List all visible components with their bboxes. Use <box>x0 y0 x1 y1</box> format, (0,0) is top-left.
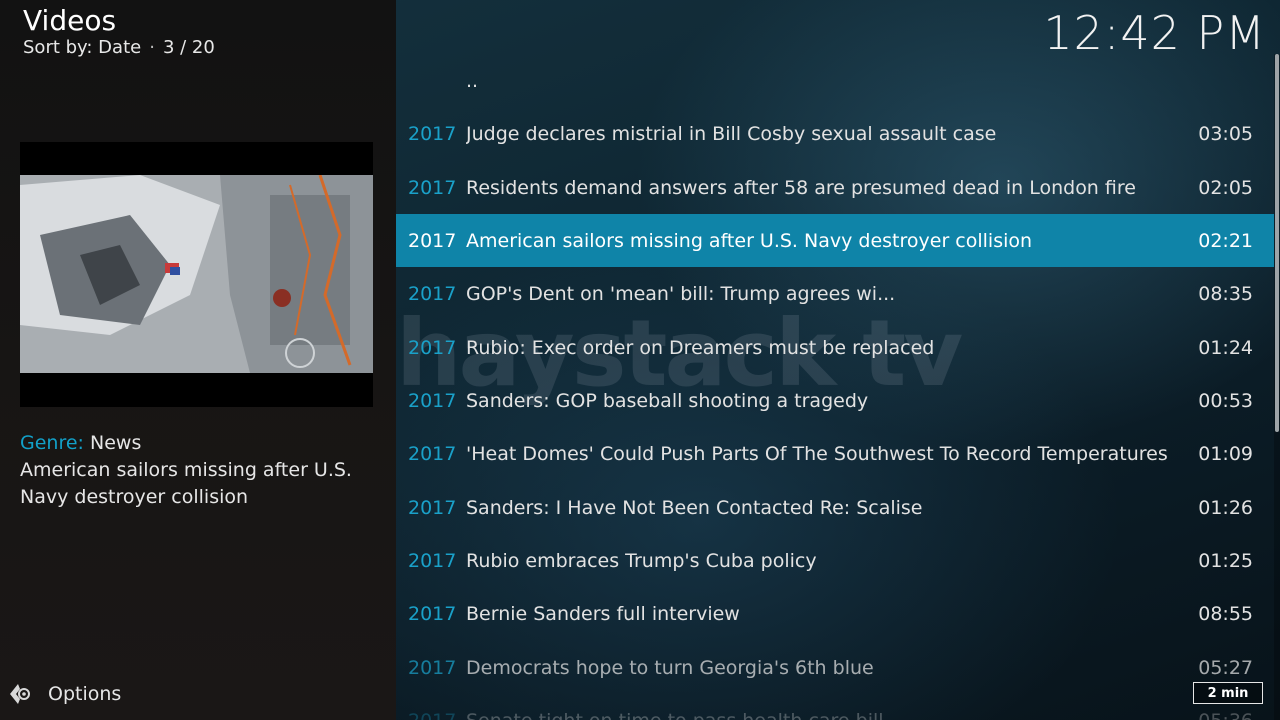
video-thumbnail <box>20 175 373 373</box>
options-button[interactable]: Options <box>8 682 121 706</box>
item-year: 2017 <box>408 442 457 465</box>
sort-label[interactable]: Sort by: Date <box>23 37 141 58</box>
list-item[interactable]: 2017 Sanders: GOP baseball shooting a tr… <box>396 374 1274 427</box>
item-title: Democrats hope to turn Georgia's 6th blu… <box>466 656 874 679</box>
list-item[interactable]: 2017 Bernie Sanders full interview 08:55 <box>396 587 1274 640</box>
video-list: .. 2017 Judge declares mistrial in Bill … <box>396 54 1274 720</box>
item-duration: 01:26 <box>1198 496 1253 519</box>
list-item[interactable]: 2017 Judge declares mistrial in Bill Cos… <box>396 107 1274 160</box>
options-gear-icon <box>8 682 32 706</box>
item-duration: 01:25 <box>1198 549 1253 572</box>
item-year: 2017 <box>408 336 457 359</box>
list-item[interactable]: 2017 Senate tight on time to pass health… <box>396 694 1274 720</box>
item-year: 2017 <box>408 389 457 412</box>
item-year: 2017 <box>408 549 457 572</box>
item-title: Judge declares mistrial in Bill Cosby se… <box>466 122 997 145</box>
ship-damage-image <box>20 175 373 373</box>
item-year: 2017 <box>408 710 456 720</box>
item-year: 2017 <box>408 656 457 679</box>
duration-filter-badge: 2 min <box>1193 682 1263 704</box>
item-title: Rubio: Exec order on Dreamers must be re… <box>466 336 935 359</box>
options-label: Options <box>48 683 122 705</box>
list-item[interactable]: 2017 Rubio: Exec order on Dreamers must … <box>396 321 1274 374</box>
item-duration: 05:27 <box>1198 656 1253 679</box>
genre-line: Genre: News <box>20 430 380 457</box>
item-year: 2017 <box>408 229 457 252</box>
list-item[interactable]: 2017 GOP's Dent on 'mean' bill: Trump ag… <box>396 267 1274 320</box>
page-title: Videos <box>23 4 117 37</box>
list-item[interactable]: 2017 Sanders: I Have Not Been Contacted … <box>396 481 1274 534</box>
item-year: 2017 <box>408 282 457 305</box>
item-title: 'Heat Domes' Could Push Parts Of The Sou… <box>466 442 1168 465</box>
item-duration: 00:53 <box>1198 389 1253 412</box>
item-year: 2017 <box>408 602 457 625</box>
list-item-selected[interactable]: 2017 American sailors missing after U.S.… <box>396 214 1274 267</box>
item-year: 2017 <box>408 122 457 145</box>
parent-folder-label: .. <box>466 69 479 92</box>
item-title: GOP's Dent on 'mean' bill: Trump agrees … <box>466 282 896 305</box>
item-year: 2017 <box>408 176 457 199</box>
list-item[interactable]: 2017 Residents demand answers after 58 a… <box>396 161 1274 214</box>
item-duration: 01:09 <box>1198 442 1253 465</box>
genre-value: News <box>90 432 142 454</box>
item-duration: 08:55 <box>1198 602 1253 625</box>
list-item[interactable]: 2017 'Heat Domes' Could Push Parts Of Th… <box>396 427 1274 480</box>
list-scrollbar[interactable] <box>1274 54 1280 720</box>
list-item[interactable]: 2017 Rubio embraces Trump's Cuba policy … <box>396 534 1274 587</box>
item-title: Residents demand answers after 58 are pr… <box>466 176 1136 199</box>
item-year: 2017 <box>408 496 457 519</box>
item-title: Senate tight on time to pass health care… <box>466 710 1196 720</box>
video-thumbnail-frame <box>20 142 373 407</box>
video-info: Genre: News American sailors missing aft… <box>20 430 380 511</box>
item-duration: 02:21 <box>1198 229 1253 252</box>
item-duration: 05:36 <box>1198 710 1253 720</box>
item-title: American sailors missing after U.S. Navy… <box>466 229 1033 252</box>
list-parent-item[interactable]: .. <box>396 54 1274 107</box>
item-position: 3 / 20 <box>162 37 215 58</box>
clock: 12:42 PM <box>1043 6 1266 60</box>
item-title: Sanders: GOP baseball shooting a tragedy <box>466 389 869 412</box>
item-title: Rubio embraces Trump's Cuba policy <box>466 549 817 572</box>
list-item[interactable]: 2017 Democrats hope to turn Georgia's 6t… <box>396 641 1274 694</box>
item-duration: 08:35 <box>1198 282 1253 305</box>
item-title: Bernie Sanders full interview <box>466 602 740 625</box>
video-description: American sailors missing after U.S. Navy… <box>20 459 352 508</box>
scrollbar-thumb[interactable] <box>1275 54 1279 432</box>
sort-status: Sort by: Date · 3 / 20 <box>23 37 215 58</box>
item-duration: 02:05 <box>1198 176 1253 199</box>
genre-label: Genre: <box>20 432 84 454</box>
item-title: Sanders: I Have Not Been Contacted Re: S… <box>466 496 923 519</box>
separator-dot: · <box>149 37 155 58</box>
item-duration: 03:05 <box>1198 122 1253 145</box>
item-duration: 01:24 <box>1198 336 1253 359</box>
